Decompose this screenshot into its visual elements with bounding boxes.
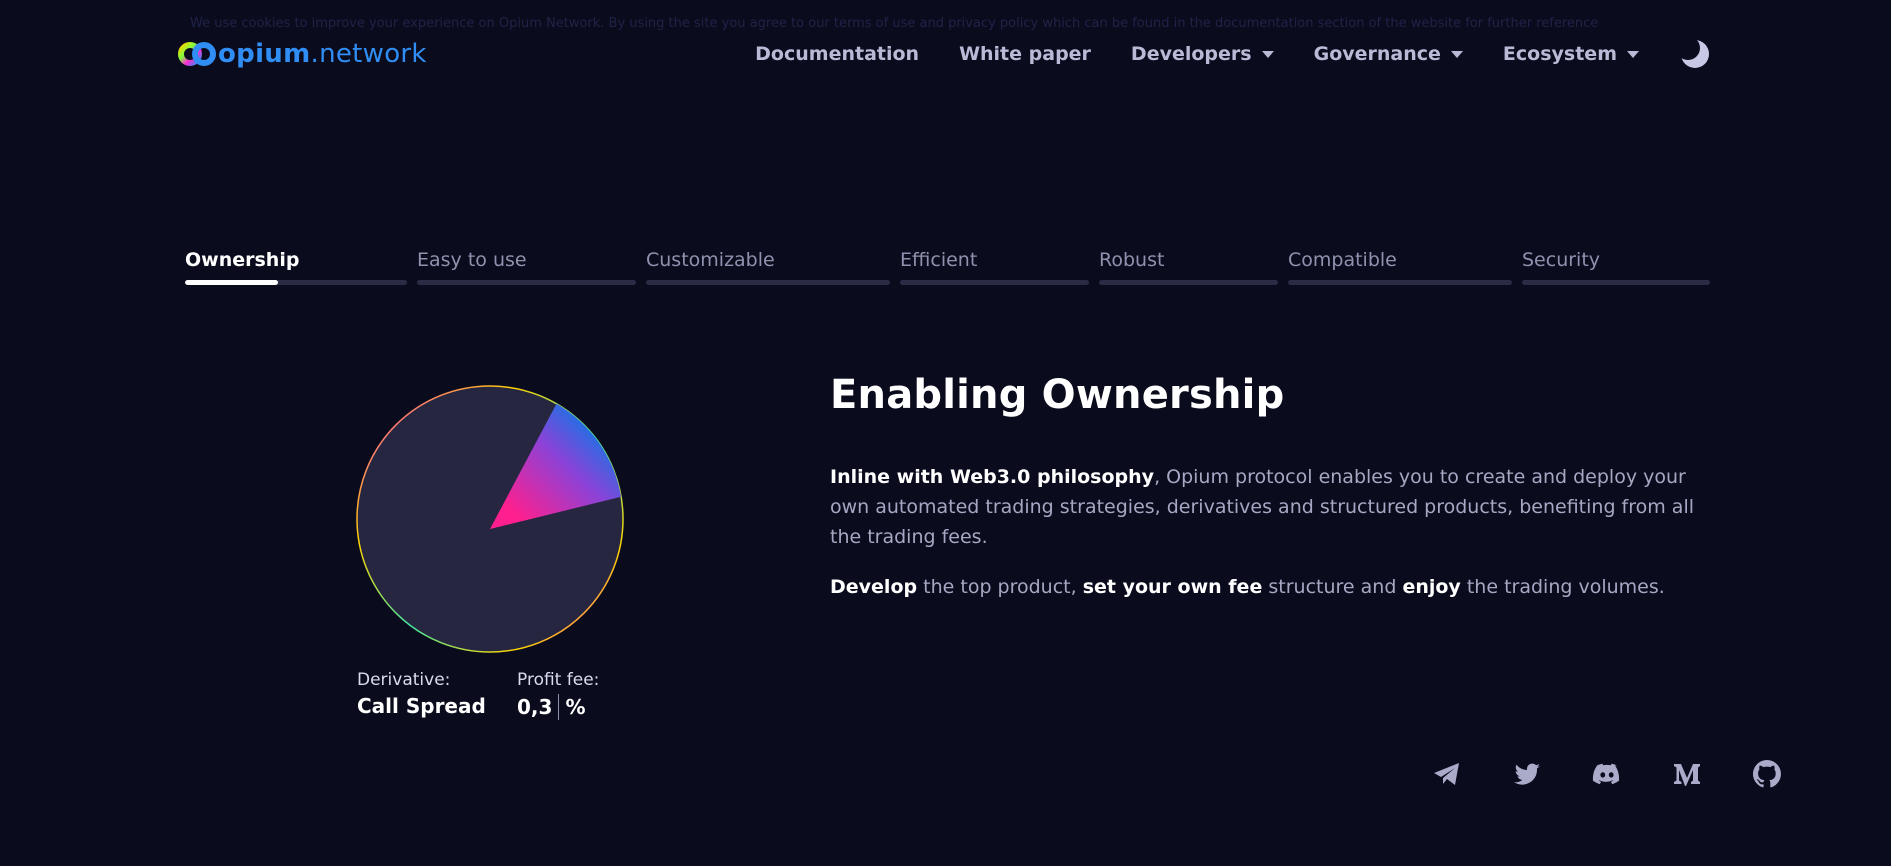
fee-value: 0,3 — [517, 695, 553, 719]
nav-label: Ecosystem — [1502, 43, 1617, 65]
fee-pie-illustration — [356, 385, 624, 653]
p2-bold-2: set your own fee — [1082, 576, 1263, 598]
moon-icon[interactable] — [1679, 38, 1711, 70]
discord-icon[interactable] — [1591, 758, 1623, 790]
chevron-down-icon — [1627, 50, 1639, 58]
feature-headline: Enabling Ownership — [830, 372, 1285, 418]
tab-progress-track — [185, 280, 407, 285]
text-cursor — [558, 694, 560, 720]
nav-label: White paper — [959, 43, 1091, 65]
fee-input[interactable]: 0,3 % — [517, 694, 599, 720]
tab-robust[interactable]: Robust — [1099, 246, 1278, 285]
tab-label: Robust — [1099, 249, 1165, 271]
tab-progress-track — [1522, 280, 1710, 285]
tab-easy-to-use[interactable]: Easy to use — [417, 246, 636, 285]
derivative-label: Derivative: — [357, 670, 451, 690]
logo-suffix: .network — [310, 39, 427, 69]
logo-text: opium.network — [218, 39, 427, 69]
tab-label: Customizable — [646, 249, 775, 271]
fee-caption: Profit fee: 0,3 % — [517, 670, 599, 720]
nav-white-paper[interactable]: White paper — [959, 43, 1091, 65]
feature-content: Enabling Ownership Inline with Web3.0 ph… — [830, 372, 1710, 622]
p1-bold: Inline with Web3.0 philosophy — [830, 466, 1155, 488]
chevron-down-icon — [1261, 50, 1274, 58]
opium-logo-icon — [178, 42, 216, 66]
p2-bold-3: enjoy — [1402, 576, 1461, 598]
telegram-icon[interactable] — [1431, 758, 1463, 790]
tab-progress-track — [1288, 280, 1512, 285]
derivative-caption: Derivative: Call Spread — [357, 670, 486, 718]
feature-paragraph-1: Inline with Web3.0 philosophy, Opium pro… — [830, 462, 1710, 552]
feature-paragraph-2: Develop the top product, set your own fe… — [830, 572, 1710, 602]
fee-unit: % — [565, 695, 586, 719]
main-nav: Documentation White paper Developers Gov… — [755, 34, 1711, 74]
tab-progress-fill — [185, 280, 279, 285]
nav-label: Developers — [1130, 43, 1252, 65]
feature-tabs: Ownership Easy to use Customizable Effic… — [185, 246, 1710, 285]
tab-label: Compatible — [1288, 249, 1397, 271]
derivative-value: Call Spread — [357, 694, 486, 718]
logo-brand: opium — [218, 39, 311, 69]
nav-label: Documentation — [755, 43, 920, 65]
tab-label: Easy to use — [417, 249, 527, 271]
p2-bold-1: Develop — [830, 576, 918, 598]
tab-progress-track — [646, 280, 890, 285]
tab-progress-track — [1099, 280, 1278, 285]
p2-text-3: the trading volumes. — [1460, 576, 1665, 598]
github-icon[interactable] — [1751, 758, 1783, 790]
page: We use cookies to improve your experienc… — [0, 0, 1891, 866]
tab-customizable[interactable]: Customizable — [646, 246, 890, 285]
nav-documentation[interactable]: Documentation — [755, 43, 919, 65]
cookie-banner-text: We use cookies to improve your experienc… — [190, 16, 1599, 31]
chevron-down-icon — [1450, 50, 1463, 58]
nav-ecosystem[interactable]: Ecosystem — [1503, 43, 1639, 65]
twitter-icon[interactable] — [1511, 758, 1543, 790]
tab-progress-track — [417, 280, 636, 285]
nav-developers[interactable]: Developers — [1131, 43, 1274, 65]
tab-label: Security — [1522, 249, 1601, 271]
tab-label: Ownership — [185, 249, 300, 271]
fee-label: Profit fee: — [517, 670, 600, 690]
tab-security[interactable]: Security — [1522, 246, 1710, 285]
tab-label: Efficient — [900, 249, 978, 271]
p2-text-2: structure and — [1262, 576, 1403, 598]
nav-governance[interactable]: Governance — [1314, 43, 1463, 65]
social-links — [1431, 758, 1783, 790]
logo[interactable]: opium.network — [178, 34, 427, 74]
medium-icon[interactable] — [1671, 758, 1703, 790]
tab-progress-track — [900, 280, 1089, 285]
p2-text-1: the top product, — [917, 576, 1083, 598]
tab-ownership[interactable]: Ownership — [185, 246, 407, 285]
nav-label: Governance — [1313, 43, 1441, 65]
tab-efficient[interactable]: Efficient — [900, 246, 1089, 285]
tab-compatible[interactable]: Compatible — [1288, 246, 1512, 285]
